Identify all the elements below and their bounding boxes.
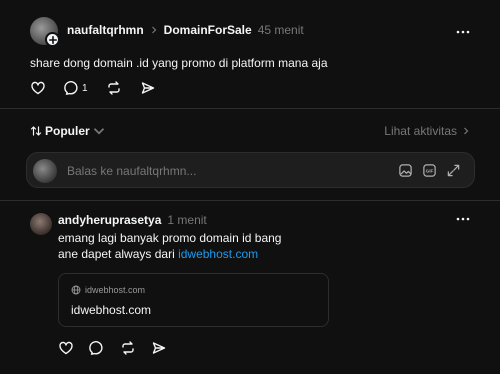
reply-placeholder[interactable]: Balas ke naufaltqrhmn... [67,164,196,178]
comment-link[interactable]: idwebhost.com [178,247,258,261]
comment-header: andyheruprasetya 1 menit [58,213,207,227]
link-preview-domain-text: idwebhost.com [85,285,146,295]
gif-icon[interactable]: GIF [421,162,438,179]
more-options-icon[interactable] [455,24,471,40]
comment-more-options-icon[interactable] [455,211,471,227]
reply-input-box[interactable]: Balas ke naufaltqrhmn... GIF [26,152,475,188]
link-preview-title: idwebhost.com [71,303,152,317]
like-button[interactable] [30,80,46,96]
post-text: share dong domain .id yang promo di plat… [30,56,328,70]
view-activity-label: Lihat aktivitas [384,124,457,138]
post-actions: 1 [30,80,174,96]
link-preview-card[interactable]: idwebhost.com idwebhost.com [58,273,329,327]
post-author-username[interactable]: naufaltqrhmn [67,23,144,37]
comment-reply-button[interactable] [89,340,105,356]
comment-text-line2: ane dapet always dari idwebhost.com [58,247,258,261]
sort-dropdown[interactable]: Populer [30,124,108,138]
repost-icon [122,341,134,355]
current-user-avatar [33,159,57,183]
post-header: naufaltqrhmn DomainForSale 45 menit [67,23,304,37]
follow-plus-icon[interactable] [45,32,60,47]
reply-button[interactable]: 1 [64,80,88,96]
comment-author-username[interactable]: andyheruprasetya [58,213,161,227]
comment-timestamp: 1 menit [167,213,207,227]
comment-like-button[interactable] [58,340,74,356]
send-icon [141,82,154,94]
comment-repost-button[interactable] [120,340,136,356]
comment-icon [64,81,78,95]
comment-text-line1: emang lagi banyak promo domain id bang [58,231,282,245]
divider [0,108,500,109]
reply-count: 1 [82,82,88,94]
comment-share-button[interactable] [151,340,167,356]
post-timestamp: 45 menit [257,23,304,37]
heart-icon [59,341,73,355]
chevron-right-icon [150,26,158,34]
chevron-right-icon [462,127,470,135]
comment-icon [89,341,103,355]
expand-icon[interactable] [445,162,462,179]
heart-icon [31,81,45,95]
reply-tools: GIF [390,162,462,179]
view-activity-link[interactable]: Lihat aktivitas [384,124,470,138]
thread-panel: naufaltqrhmn DomainForSale 45 menit shar… [0,0,500,374]
chevron-down-icon [93,128,104,135]
svg-text:GIF: GIF [426,169,434,174]
sort-label: Populer [45,124,90,138]
comment-actions [58,340,182,356]
sort-arrows-icon [30,126,42,136]
repost-icon [107,81,120,95]
globe-icon [71,285,81,295]
link-preview-domain: idwebhost.com [71,285,145,295]
send-icon [152,342,166,354]
image-icon[interactable] [397,162,414,179]
comment-author-avatar[interactable] [30,213,52,235]
repost-button[interactable] [106,80,122,96]
community-name[interactable]: DomainForSale [164,23,252,37]
divider [0,200,500,201]
share-button[interactable] [140,80,156,96]
comment-text-prefix: ane dapet always dari [58,247,179,261]
